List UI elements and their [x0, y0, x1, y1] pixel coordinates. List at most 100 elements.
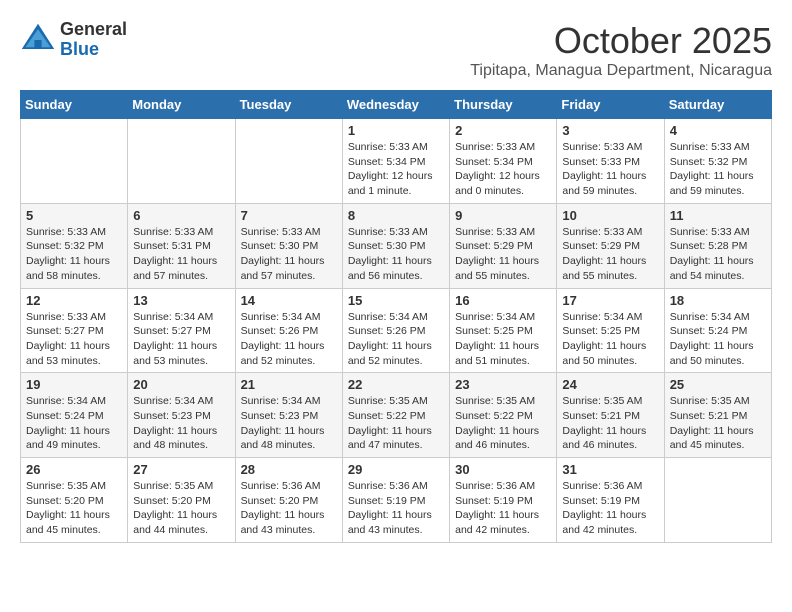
day-info: Sunrise: 5:33 AMSunset: 5:34 PMDaylight:… [348, 140, 444, 199]
calendar-cell: 28Sunrise: 5:36 AMSunset: 5:20 PMDayligh… [235, 458, 342, 543]
calendar-week-row: 19 Sunrise: 5:34 AMSunset: 5:24 PMDayligh… [21, 373, 772, 458]
day-info: Sunrise: 5:34 AMSunset: 5:26 PMDaylight:… [241, 310, 337, 369]
header: General Blue October 2025 Tipitapa, Mana… [20, 20, 772, 80]
day-number: 22 [348, 377, 444, 392]
day-number: 18 [670, 293, 766, 308]
calendar-cell: 18 Sunrise: 5:34 AMSunset: 5:24 PMDayligh… [664, 288, 771, 373]
day-number: 4 [670, 123, 766, 138]
calendar-cell: 6Sunrise: 5:33 AMSunset: 5:31 PMDaylight… [128, 203, 235, 288]
calendar-cell: 15 Sunrise: 5:34 AMSunset: 5:26 PMDayligh… [342, 288, 449, 373]
day-number: 19 [26, 377, 122, 392]
calendar-cell: 7Sunrise: 5:33 AMSunset: 5:30 PMDaylight… [235, 203, 342, 288]
day-info: Sunrise: 5:36 AMSunset: 5:19 PMDaylight:… [348, 479, 444, 538]
day-number: 9 [455, 208, 551, 223]
day-info: Sunrise: 5:34 AMSunset: 5:27 PMDaylight:… [133, 310, 229, 369]
day-number: 17 [562, 293, 658, 308]
day-number: 2 [455, 123, 551, 138]
day-number: 16 [455, 293, 551, 308]
calendar-cell: 12 Sunrise: 5:33 AMSunset: 5:27 PMDayligh… [21, 288, 128, 373]
calendar-cell: 11Sunrise: 5:33 AMSunset: 5:28 PMDayligh… [664, 203, 771, 288]
calendar-cell: 5 Sunrise: 5:33 AMSunset: 5:32 PMDaylight… [21, 203, 128, 288]
day-info: Sunrise: 5:33 AMSunset: 5:30 PMDaylight:… [348, 225, 444, 284]
calendar-week-row: 1Sunrise: 5:33 AMSunset: 5:34 PMDaylight… [21, 119, 772, 204]
day-number: 15 [348, 293, 444, 308]
calendar-cell: 30 Sunrise: 5:36 AMSunset: 5:19 PMDayligh… [450, 458, 557, 543]
day-number: 20 [133, 377, 229, 392]
calendar-header-monday: Monday [128, 91, 235, 119]
day-info: Sunrise: 5:35 AMSunset: 5:21 PMDaylight:… [562, 394, 658, 453]
day-info: Sunrise: 5:34 AMSunset: 5:24 PMDaylight:… [670, 310, 766, 369]
calendar-cell: 1Sunrise: 5:33 AMSunset: 5:34 PMDaylight… [342, 119, 449, 204]
day-info: Sunrise: 5:33 AMSunset: 5:33 PMDaylight:… [562, 140, 658, 199]
day-info: Sunrise: 5:33 AMSunset: 5:29 PMDaylight:… [455, 225, 551, 284]
logo-blue-text: Blue [60, 40, 127, 60]
calendar-cell: 26Sunrise: 5:35 AMSunset: 5:20 PMDayligh… [21, 458, 128, 543]
day-info: Sunrise: 5:33 AMSunset: 5:28 PMDaylight:… [670, 225, 766, 284]
logo-icon [20, 22, 56, 58]
day-info: Sunrise: 5:34 AMSunset: 5:24 PMDaylight:… [26, 394, 122, 453]
day-number: 27 [133, 462, 229, 477]
calendar-week-row: 12 Sunrise: 5:33 AMSunset: 5:27 PMDayligh… [21, 288, 772, 373]
calendar-week-row: 5 Sunrise: 5:33 AMSunset: 5:32 PMDaylight… [21, 203, 772, 288]
day-number: 8 [348, 208, 444, 223]
day-number: 14 [241, 293, 337, 308]
calendar-header-sunday: Sunday [21, 91, 128, 119]
calendar-cell [128, 119, 235, 204]
calendar-cell [664, 458, 771, 543]
day-info: Sunrise: 5:35 AMSunset: 5:21 PMDaylight:… [670, 394, 766, 453]
day-info: Sunrise: 5:33 AMSunset: 5:32 PMDaylight:… [26, 225, 122, 284]
calendar-cell: 3 Sunrise: 5:33 AMSunset: 5:33 PMDaylight… [557, 119, 664, 204]
calendar-cell: 10Sunrise: 5:33 AMSunset: 5:29 PMDayligh… [557, 203, 664, 288]
day-number: 13 [133, 293, 229, 308]
calendar-header-friday: Friday [557, 91, 664, 119]
logo-text: General Blue [60, 20, 127, 60]
day-info: Sunrise: 5:35 AMSunset: 5:20 PMDaylight:… [26, 479, 122, 538]
day-info: Sunrise: 5:36 AMSunset: 5:19 PMDaylight:… [455, 479, 551, 538]
day-number: 24 [562, 377, 658, 392]
calendar-cell: 17 Sunrise: 5:34 AMSunset: 5:25 PMDayligh… [557, 288, 664, 373]
calendar-cell: 24 Sunrise: 5:35 AMSunset: 5:21 PMDayligh… [557, 373, 664, 458]
day-info: Sunrise: 5:33 AMSunset: 5:34 PMDaylight:… [455, 140, 551, 199]
day-info: Sunrise: 5:35 AMSunset: 5:22 PMDaylight:… [455, 394, 551, 453]
logo: General Blue [20, 20, 127, 60]
calendar-cell: 27 Sunrise: 5:35 AMSunset: 5:20 PMDayligh… [128, 458, 235, 543]
calendar-cell: 21 Sunrise: 5:34 AMSunset: 5:23 PMDayligh… [235, 373, 342, 458]
day-number: 21 [241, 377, 337, 392]
calendar-header-row: SundayMondayTuesdayWednesdayThursdayFrid… [21, 91, 772, 119]
title-area: October 2025 Tipitapa, Managua Departmen… [470, 20, 772, 80]
day-number: 10 [562, 208, 658, 223]
day-number: 12 [26, 293, 122, 308]
day-number: 6 [133, 208, 229, 223]
day-info: Sunrise: 5:34 AMSunset: 5:23 PMDaylight:… [133, 394, 229, 453]
day-number: 23 [455, 377, 551, 392]
day-number: 30 [455, 462, 551, 477]
calendar-header-saturday: Saturday [664, 91, 771, 119]
day-info: Sunrise: 5:36 AMSunset: 5:19 PMDaylight:… [562, 479, 658, 538]
day-info: Sunrise: 5:34 AMSunset: 5:25 PMDaylight:… [562, 310, 658, 369]
day-info: Sunrise: 5:35 AMSunset: 5:20 PMDaylight:… [133, 479, 229, 538]
calendar-cell: 2 Sunrise: 5:33 AMSunset: 5:34 PMDaylight… [450, 119, 557, 204]
calendar-cell: 16Sunrise: 5:34 AMSunset: 5:25 PMDayligh… [450, 288, 557, 373]
day-number: 31 [562, 462, 658, 477]
day-number: 5 [26, 208, 122, 223]
day-info: Sunrise: 5:33 AMSunset: 5:32 PMDaylight:… [670, 140, 766, 199]
day-info: Sunrise: 5:34 AMSunset: 5:26 PMDaylight:… [348, 310, 444, 369]
calendar-cell: 25Sunrise: 5:35 AMSunset: 5:21 PMDayligh… [664, 373, 771, 458]
day-info: Sunrise: 5:33 AMSunset: 5:27 PMDaylight:… [26, 310, 122, 369]
day-info: Sunrise: 5:36 AMSunset: 5:20 PMDaylight:… [241, 479, 337, 538]
calendar-week-row: 26Sunrise: 5:35 AMSunset: 5:20 PMDayligh… [21, 458, 772, 543]
calendar-cell: 14 Sunrise: 5:34 AMSunset: 5:26 PMDayligh… [235, 288, 342, 373]
day-number: 3 [562, 123, 658, 138]
calendar-cell: 8 Sunrise: 5:33 AMSunset: 5:30 PMDaylight… [342, 203, 449, 288]
calendar-cell: 20 Sunrise: 5:34 AMSunset: 5:23 PMDayligh… [128, 373, 235, 458]
day-info: Sunrise: 5:34 AMSunset: 5:23 PMDaylight:… [241, 394, 337, 453]
calendar: SundayMondayTuesdayWednesdayThursdayFrid… [20, 90, 772, 543]
calendar-header-thursday: Thursday [450, 91, 557, 119]
calendar-header-tuesday: Tuesday [235, 91, 342, 119]
logo-general-text: General [60, 20, 127, 40]
calendar-cell: 9 Sunrise: 5:33 AMSunset: 5:29 PMDaylight… [450, 203, 557, 288]
calendar-cell: 4 Sunrise: 5:33 AMSunset: 5:32 PMDaylight… [664, 119, 771, 204]
calendar-cell [235, 119, 342, 204]
calendar-cell: 13 Sunrise: 5:34 AMSunset: 5:27 PMDayligh… [128, 288, 235, 373]
month-title: October 2025 [470, 20, 772, 62]
